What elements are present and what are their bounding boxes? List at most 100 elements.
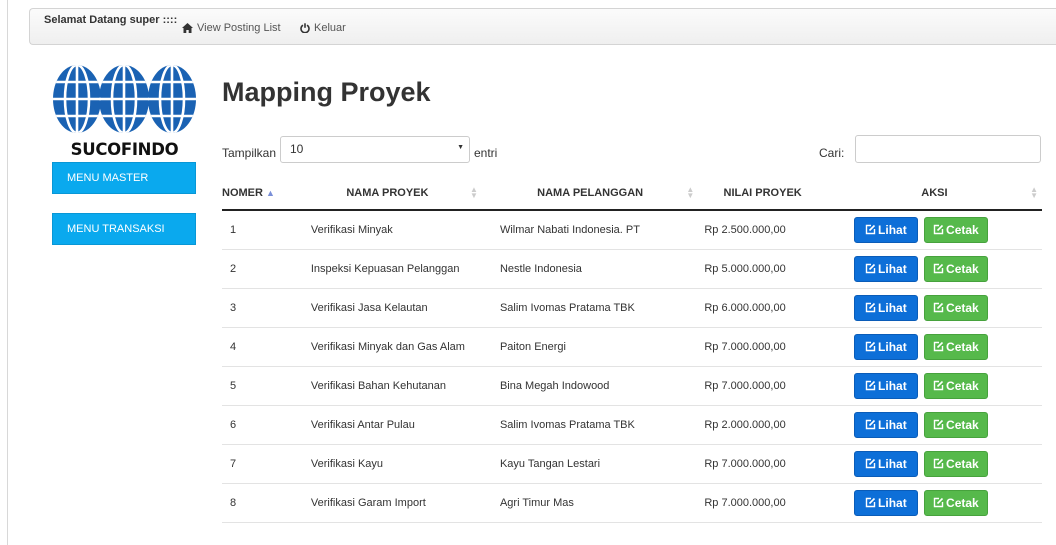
menu-transaksi-button[interactable]: MENU TRANSAKSI: [52, 213, 196, 245]
lihat-button[interactable]: Lihat: [853, 489, 918, 516]
cell-nomer: 5: [222, 366, 293, 406]
table-row: 6 Verifikasi Antar Pulau Salim Ivomas Prat…: [222, 405, 1042, 445]
cell-nilai-proyek: Rp 5.000.000,00: [698, 249, 827, 289]
project-table: NOMER ▲ NAMA PROYEK ▲ ▼ NAMA PELANGGAN ▲ ▼ NI…: [222, 177, 1042, 523]
cell-nama-proyek: Inspeksi Kepuasan Pelanggan: [292, 249, 482, 289]
table-header-row: NOMER ▲ NAMA PROYEK ▲ ▼ NAMA PELANGGAN ▲ ▼ NI…: [222, 177, 1042, 211]
edit-icon: [865, 341, 876, 352]
header-nilai-proyek[interactable]: NILAI PROYEK: [698, 177, 827, 211]
lihat-label: Lihat: [878, 456, 907, 471]
cell-nomer: 4: [222, 327, 293, 367]
cell-nomer: 6: [222, 405, 293, 445]
cetak-button[interactable]: Cetak: [923, 255, 988, 282]
header-nomer[interactable]: NOMER ▲: [222, 177, 293, 211]
dropdown-caret-icon: ▼: [457, 144, 464, 151]
menu-master-button[interactable]: MENU MASTER: [52, 162, 196, 194]
edit-icon: [865, 380, 876, 391]
cell-nomer: 2: [222, 249, 293, 289]
edit-icon: [933, 224, 944, 235]
header-nama-pelanggan[interactable]: NAMA PELANGGAN ▲ ▼: [481, 177, 699, 211]
cetak-label: Cetak: [946, 339, 979, 354]
lihat-label: Lihat: [878, 339, 907, 354]
lihat-button[interactable]: Lihat: [853, 411, 918, 438]
cell-aksi: Lihat Cetak: [826, 444, 1042, 484]
table-row: 2 Inspeksi Kepuasan Pelanggan Nestle Indon…: [222, 249, 1042, 289]
table-row: 3 Verifikasi Jasa Kelautan Salim Ivomas Pr…: [222, 288, 1042, 328]
table-row: 5 Verifikasi Bahan Kehutanan Bina Megah In…: [222, 366, 1042, 406]
header-nama-proyek[interactable]: NAMA PROYEK ▲ ▼: [292, 177, 482, 211]
cell-nama-pelanggan: Wilmar Nabati Indonesia. PT: [481, 210, 699, 250]
cell-nama-proyek: Verifikasi Minyak dan Gas Alam: [292, 327, 482, 367]
cell-nilai-proyek: Rp 6.000.000,00: [698, 288, 827, 328]
cell-nomer: 3: [222, 288, 293, 328]
cetak-button[interactable]: Cetak: [923, 216, 988, 243]
cell-aksi: Lihat Cetak: [826, 405, 1042, 445]
sort-icon: ▲ ▼: [470, 185, 478, 200]
entries-length-select[interactable]: 10 ▼: [280, 136, 470, 163]
view-posting-list-link[interactable]: View Posting List: [182, 22, 281, 34]
cell-aksi: Lihat Cetak: [826, 327, 1042, 367]
cell-nama-pelanggan: Bina Megah Indowood: [481, 366, 699, 406]
home-icon: [182, 23, 193, 33]
lihat-button[interactable]: Lihat: [853, 255, 918, 282]
cetak-button[interactable]: Cetak: [923, 294, 988, 321]
edit-icon: [865, 263, 876, 274]
cell-nilai-proyek: Rp 2.000.000,00: [698, 405, 827, 445]
edit-icon: [933, 458, 944, 469]
cell-nomer: 1: [222, 210, 293, 250]
cell-nama-proyek: Verifikasi Bahan Kehutanan: [292, 366, 482, 406]
edit-icon: [865, 302, 876, 313]
lihat-button[interactable]: Lihat: [853, 294, 918, 321]
logout-label: Keluar: [314, 22, 346, 34]
sort-icon: ▲ ▼: [686, 185, 695, 200]
cetak-label: Cetak: [946, 300, 979, 315]
cetak-label: Cetak: [946, 222, 979, 237]
length-suffix: entri: [474, 146, 498, 160]
cell-nama-proyek: Verifikasi Kayu: [292, 444, 482, 484]
table-row: 1 Verifikasi Minyak Wilmar Nabati Indonesi…: [222, 210, 1042, 250]
cell-nama-proyek: Verifikasi Jasa Kelautan: [292, 288, 482, 328]
cetak-label: Cetak: [946, 378, 979, 393]
lihat-button[interactable]: Lihat: [853, 450, 918, 477]
cetak-button[interactable]: Cetak: [923, 372, 988, 399]
logo-text: SUCOFINDO: [70, 140, 179, 159]
cell-nilai-proyek: Rp 7.000.000,00: [698, 444, 827, 484]
lihat-label: Lihat: [878, 261, 907, 276]
edit-icon: [933, 341, 944, 352]
cell-nama-pelanggan: Agri Timur Mas: [481, 483, 699, 523]
cetak-button[interactable]: Cetak: [923, 450, 988, 477]
top-navbar: Selamat Datang super :::: View Posting L…: [29, 8, 1056, 45]
edit-icon: [933, 302, 944, 313]
cetak-label: Cetak: [946, 456, 979, 471]
cetak-button[interactable]: Cetak: [923, 411, 988, 438]
search-input[interactable]: [855, 135, 1041, 163]
cetak-button[interactable]: Cetak: [923, 489, 988, 516]
lihat-button[interactable]: Lihat: [853, 216, 918, 243]
cell-nama-pelanggan: Salim Ivomas Pratama TBK: [481, 405, 699, 445]
sort-icon: ▲ ▼: [1030, 185, 1038, 200]
sucofindo-globe-logo: [52, 64, 197, 137]
edit-icon: [865, 224, 876, 235]
cell-nama-pelanggan: Kayu Tangan Lestari: [481, 444, 699, 484]
cell-nilai-proyek: Rp 7.000.000,00: [698, 366, 827, 406]
cell-aksi: Lihat Cetak: [826, 483, 1042, 523]
header-aksi[interactable]: AKSI ▲ ▼: [826, 177, 1042, 211]
cell-nama-proyek: Verifikasi Antar Pulau: [292, 405, 482, 445]
cell-nilai-proyek: Rp 7.000.000,00: [698, 327, 827, 367]
cetak-button[interactable]: Cetak: [923, 333, 988, 360]
logout-link[interactable]: Keluar: [300, 22, 346, 34]
cell-nomer: 8: [222, 483, 293, 523]
view-posting-list-label: View Posting List: [197, 22, 281, 34]
search-label: Cari:: [819, 146, 845, 160]
cell-nama-proyek: Verifikasi Garam Import: [292, 483, 482, 523]
lihat-label: Lihat: [878, 417, 907, 432]
cell-aksi: Lihat Cetak: [826, 366, 1042, 406]
table-row: 8 Verifikasi Garam Import Agri Timur Mas Rp…: [222, 483, 1042, 523]
edit-icon: [933, 263, 944, 274]
lihat-button[interactable]: Lihat: [853, 333, 918, 360]
edit-icon: [933, 497, 944, 508]
cell-aksi: Lihat Cetak: [826, 249, 1042, 289]
edit-icon: [865, 497, 876, 508]
welcome-text: Selamat Datang super ::::: [44, 14, 178, 26]
lihat-button[interactable]: Lihat: [853, 372, 918, 399]
